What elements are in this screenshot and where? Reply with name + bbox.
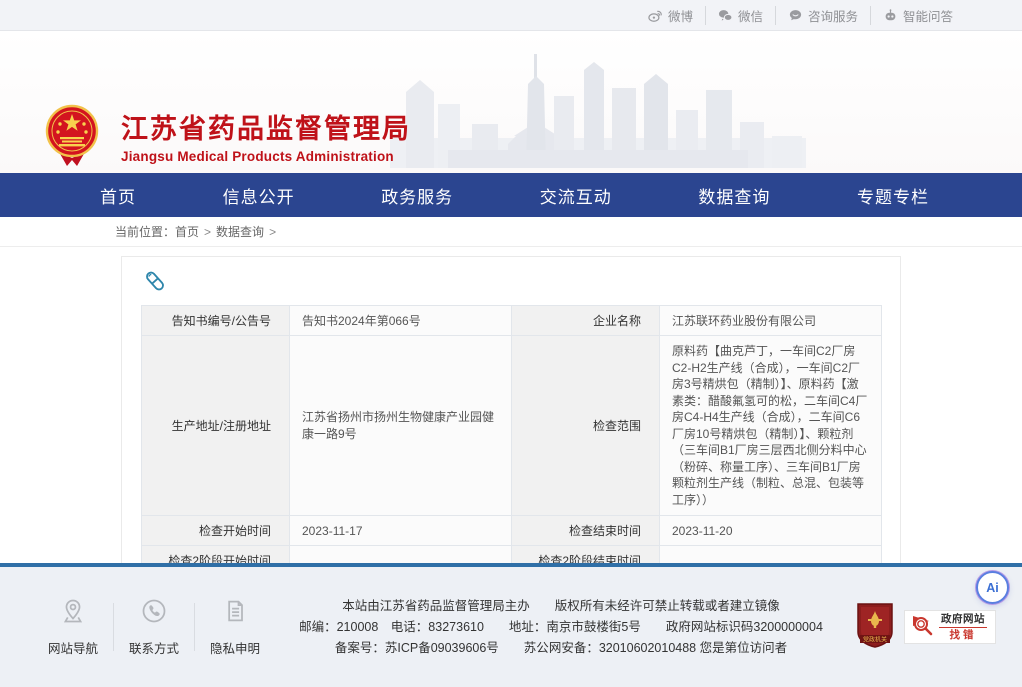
inspection-start-value: 2023-11-17 bbox=[290, 516, 512, 546]
site-header: 江苏省药品监督管理局 Jiangsu Medical Products Admi… bbox=[0, 31, 1022, 173]
footer-line-contact: 邮编：210008 电话：83273610 地址：南京市鼓楼街5号 政府网站标识… bbox=[280, 617, 842, 638]
nav-item-interaction[interactable]: 交流互动 bbox=[540, 183, 612, 208]
nav-item-special-topics[interactable]: 专题专栏 bbox=[857, 183, 929, 208]
inspection-scope-label: 检查范围 bbox=[512, 336, 660, 516]
breadcrumb-link-data-query[interactable]: 数据查询 bbox=[216, 223, 264, 240]
city-skyline-illustration bbox=[388, 31, 808, 173]
nav-item-info-disclosure[interactable]: 信息公开 bbox=[223, 183, 295, 208]
site-error-text: 政府网站 找错 bbox=[935, 614, 991, 640]
main-nav: 首页 信息公开 政务服务 交流互动 数据查询 专题专栏 bbox=[0, 173, 1022, 217]
consult-service-link[interactable]: 咨询服务 bbox=[775, 6, 870, 25]
smart-qa-label: 智能问答 bbox=[903, 6, 953, 25]
footer-line-host: 本站由江苏省药品监督管理局主办 版权所有未经许可禁止转载或者建立镜像 bbox=[280, 596, 842, 617]
contact-label: 联系方式 bbox=[129, 638, 179, 657]
table-row: 告知书编号/公告号 告知书2024年第066号 企业名称 江苏联环药业股份有限公… bbox=[142, 306, 882, 336]
site-title: 江苏省药品监督管理局 bbox=[121, 115, 411, 145]
pill-icon bbox=[142, 268, 881, 299]
brand-text: 江苏省药品监督管理局 Jiangsu Medical Products Admi… bbox=[121, 115, 411, 165]
site-error-rule bbox=[939, 627, 987, 628]
breadcrumb-prefix: 当前位置： bbox=[115, 223, 175, 240]
wechat-label: 微信 bbox=[738, 6, 763, 25]
table-row: 生产地址/注册地址 江苏省扬州市扬州生物健康产业园健康一路9号 检查范围 原料药… bbox=[142, 336, 882, 516]
footer-divider bbox=[113, 603, 114, 651]
address-label: 生产地址/注册地址 bbox=[142, 336, 290, 516]
privacy-label: 隐私申明 bbox=[210, 638, 260, 657]
document-icon bbox=[221, 597, 249, 630]
table-row: 检查开始时间 2023-11-17 检查结束时间 2023-11-20 bbox=[142, 516, 882, 546]
notice-number-label: 告知书编号/公告号 bbox=[142, 306, 290, 336]
footer-badges: 党政机关 政府网站 找错 bbox=[856, 602, 996, 653]
wechat-link[interactable]: 微信 bbox=[705, 6, 775, 25]
footer-info: 本站由江苏省药品监督管理局主办 版权所有未经许可禁止转载或者建立镜像 邮编：21… bbox=[266, 596, 856, 659]
phone-icon bbox=[140, 597, 168, 630]
map-pin-icon bbox=[59, 597, 87, 630]
address-value: 江苏省扬州市扬州生物健康产业园健康一路9号 bbox=[290, 336, 512, 516]
gov-emblem-badge-text: 党政机关 bbox=[863, 635, 887, 643]
national-emblem-logo bbox=[45, 104, 99, 173]
breadcrumb-link-home[interactable]: 首页 bbox=[175, 223, 199, 240]
footer-divider bbox=[194, 603, 195, 651]
brand: 江苏省药品监督管理局 Jiangsu Medical Products Admi… bbox=[45, 104, 411, 173]
site-map-label: 网站导航 bbox=[48, 638, 98, 657]
weibo-label: 微博 bbox=[668, 6, 693, 25]
magnifier-flag-icon bbox=[909, 612, 935, 643]
footer-inner: 网站导航 联系方式 bbox=[0, 567, 1022, 687]
nav-item-data-query[interactable]: 数据查询 bbox=[698, 183, 770, 208]
contact-link[interactable]: 联系方式 bbox=[123, 597, 185, 657]
ai-assistant-button[interactable]: Ai bbox=[976, 571, 1009, 604]
footer-line-icp: 备案号：苏ICP备09039606号 苏公网安备：32010602010488 … bbox=[280, 638, 842, 659]
topbar: 微博 微信 咨询服务 智能问答 bbox=[0, 0, 1022, 31]
inspection-end-label: 检查结束时间 bbox=[512, 516, 660, 546]
site-map-link[interactable]: 网站导航 bbox=[42, 597, 104, 657]
weibo-link[interactable]: 微博 bbox=[636, 6, 705, 25]
consult-service-label: 咨询服务 bbox=[808, 6, 858, 25]
inspection-scope-value: 原料药【曲克芦丁，一车间C2厂房C2-H2生产线（合成），一车间C2厂房3号精烘… bbox=[660, 336, 882, 516]
smart-qa-link[interactable]: 智能问答 bbox=[870, 6, 965, 25]
weibo-icon bbox=[648, 8, 663, 23]
site-error-bottom-label: 找错 bbox=[935, 630, 991, 641]
chat-bubble-icon bbox=[788, 8, 803, 23]
site-error-report-badge[interactable]: 政府网站 找错 bbox=[904, 610, 996, 644]
site-subtitle: Jiangsu Medical Products Administration bbox=[121, 149, 411, 164]
gov-emblem-badge[interactable]: 党政机关 bbox=[856, 602, 894, 653]
site-error-top-label: 政府网站 bbox=[935, 614, 991, 625]
breadcrumb-separator: > bbox=[269, 225, 276, 239]
nav-item-gov-services[interactable]: 政务服务 bbox=[381, 183, 453, 208]
breadcrumb: 当前位置： 首页 > 数据查询 > bbox=[0, 217, 1022, 247]
nav-item-home[interactable]: 首页 bbox=[100, 183, 136, 208]
company-name-value: 江苏联环药业股份有限公司 bbox=[660, 306, 882, 336]
footer-quick-links: 网站导航 联系方式 bbox=[42, 597, 266, 657]
breadcrumb-separator: > bbox=[204, 225, 211, 239]
inspection-end-value: 2023-11-20 bbox=[660, 516, 882, 546]
robot-icon bbox=[883, 8, 898, 23]
notice-number-value: 告知书2024年第066号 bbox=[290, 306, 512, 336]
inspection-start-label: 检查开始时间 bbox=[142, 516, 290, 546]
footer: Ai 网站导航 bbox=[0, 563, 1022, 687]
privacy-link[interactable]: 隐私申明 bbox=[204, 597, 266, 657]
wechat-icon bbox=[718, 8, 733, 23]
main-content: 告知书编号/公告号 告知书2024年第066号 企业名称 江苏联环药业股份有限公… bbox=[0, 247, 1022, 561]
company-name-label: 企业名称 bbox=[512, 306, 660, 336]
